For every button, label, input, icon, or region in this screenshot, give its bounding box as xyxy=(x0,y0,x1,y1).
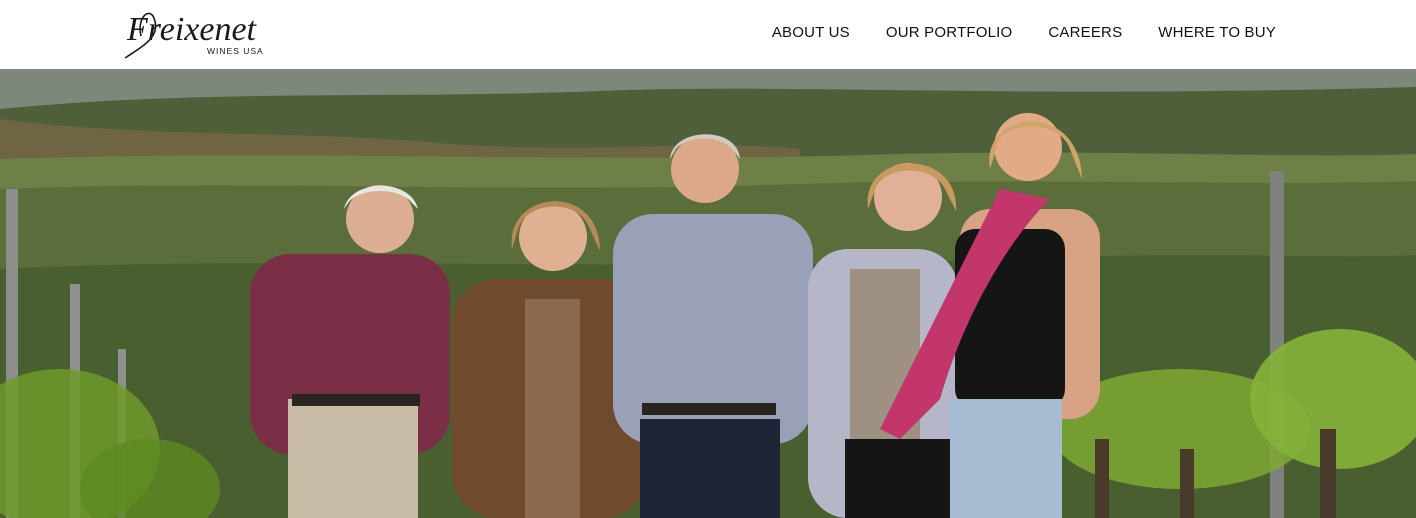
main-nav: ABOUT US OUR PORTFOLIO CAREERS WHERE TO … xyxy=(772,24,1276,42)
nav-where-to-buy[interactable]: WHERE TO BUY xyxy=(1158,24,1276,42)
site-header: Freixenet WINES USA ABOUT US OUR PORTFOL… xyxy=(0,0,1416,69)
freixenet-logo[interactable]: Freixenet WINES USA xyxy=(123,6,283,64)
nav-careers[interactable]: CAREERS xyxy=(1048,24,1122,42)
nav-about-us[interactable]: ABOUT US xyxy=(772,24,850,42)
hero-banner xyxy=(0,69,1416,518)
logo-tagline: WINES USA xyxy=(207,46,264,56)
nav-our-portfolio[interactable]: OUR PORTFOLIO xyxy=(886,24,1013,42)
freixenet-logo-mark: Freixenet WINES USA xyxy=(124,11,264,59)
family-in-vineyard-photo xyxy=(0,69,1416,518)
